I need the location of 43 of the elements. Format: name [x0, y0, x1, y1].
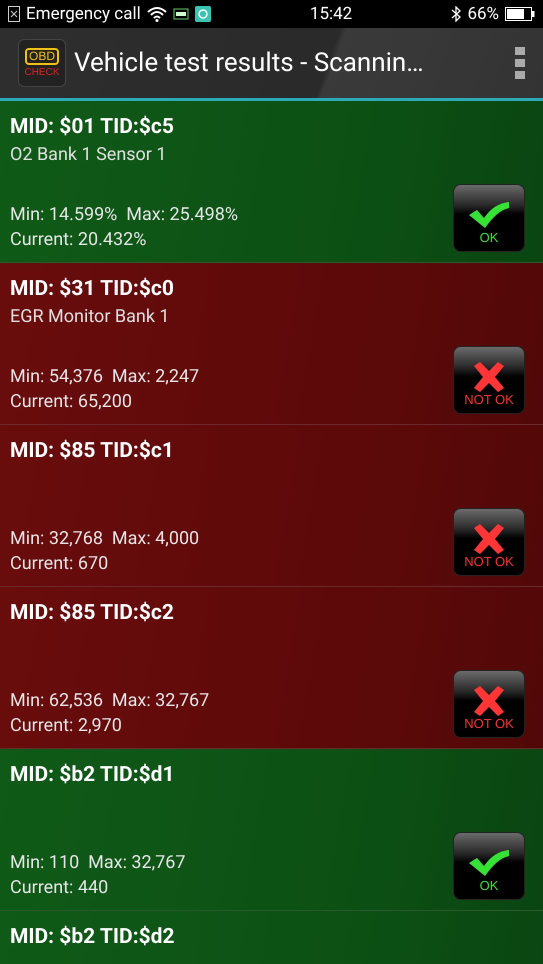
- battery-icon: [505, 7, 535, 21]
- overflow-menu-icon[interactable]: [515, 47, 525, 79]
- result-title: MID: $85 TID:$c1: [10, 438, 174, 465]
- result-row[interactable]: MID: $85 TID:$c2 Min: 62,536 Max: 32,767 Current: 2,970 NOT OK: [0, 587, 543, 749]
- app-logo: OBD CHECK: [18, 39, 66, 87]
- status-badge: NOT OK: [453, 346, 525, 414]
- min-max-text: Min: 62,536 Max: 32,767: [10, 689, 210, 713]
- current-value-text: Current: 65,200: [10, 390, 132, 414]
- battery-text: 66%: [467, 4, 499, 24]
- min-max-text: Min: 32,768 Max: 4,000: [10, 527, 200, 551]
- notification-icon: [172, 7, 189, 21]
- status-badge: OK: [453, 832, 525, 900]
- check-icon: [467, 200, 511, 230]
- app-notification-icon: [194, 6, 211, 22]
- min-max-text: Min: 14.599% Max: 25.498%: [10, 203, 238, 227]
- result-description: O2 Bank 1 Sensor 1: [10, 143, 166, 167]
- carrier-text: Emergency call: [26, 4, 141, 24]
- bluetooth-icon: [451, 6, 462, 22]
- current-value-text: Current: 670: [10, 552, 108, 576]
- result-title: MID: $85 TID:$c2: [10, 600, 174, 627]
- current-value-text: Current: 440: [10, 876, 108, 900]
- current-value-text: Current: 2,970: [10, 714, 122, 738]
- result-title: MID: $b2 TID:$d1: [10, 762, 175, 789]
- status-badge: NOT OK: [453, 508, 525, 576]
- min-max-text: Min: 54,376 Max: 2,247: [10, 365, 200, 389]
- result-description: EGR Monitor Bank 1: [10, 305, 170, 329]
- status-badge: OK: [453, 184, 525, 252]
- result-title: MID: $b2 TID:$d2: [10, 924, 175, 951]
- result-row[interactable]: MID: $01 TID:$c5 O2 Bank 1 Sensor 1 Min: 14.599% Max: 25.498% Current: 20.432% OK: [0, 101, 543, 263]
- result-row[interactable]: MID: $31 TID:$c0 EGR Monitor Bank 1 Min: 54,376 Max: 2,247 Current: 65,200 NOT OK: [0, 263, 543, 425]
- check-icon: [467, 848, 511, 878]
- result-row[interactable]: MID: $b2 TID:$d2: [0, 911, 543, 964]
- wifi-icon: [146, 6, 167, 22]
- result-row[interactable]: MID: $b2 TID:$d1 Min: 110 Max: 32,767 Current: 440 OK: [0, 749, 543, 911]
- result-title: MID: $01 TID:$c5: [10, 114, 174, 141]
- result-row[interactable]: MID: $85 TID:$c1 Min: 32,768 Max: 4,000 Current: 670 NOT OK: [0, 425, 543, 587]
- min-max-text: Min: 110 Max: 32,767: [10, 851, 186, 875]
- current-value-text: Current: 20.432%: [10, 228, 146, 252]
- status-badge: NOT OK: [453, 670, 525, 738]
- sim-icon: [8, 6, 20, 22]
- result-title: MID: $31 TID:$c0: [10, 276, 174, 303]
- clock-text: 15:42: [310, 4, 352, 24]
- screen-title: Vehicle test results - Scannin…: [74, 48, 425, 78]
